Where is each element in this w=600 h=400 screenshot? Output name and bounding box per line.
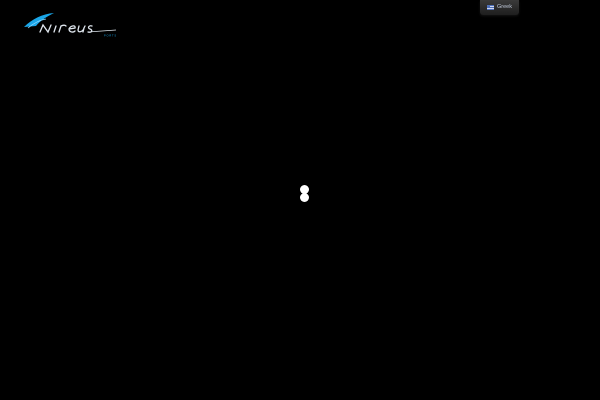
logo-tagline: PORTS: [104, 34, 117, 38]
page: PORTS nireus Greek: [0, 0, 600, 400]
loading-spinner-icon: [299, 185, 311, 203]
loader-dot: [300, 193, 309, 202]
greek-flag-icon: [487, 5, 494, 10]
language-switch-button[interactable]: Greek: [480, 0, 519, 15]
language-label: Greek: [497, 3, 512, 10]
site-logo[interactable]: PORTS nireus: [22, 10, 118, 38]
logo-mark-icon: PORTS: [24, 13, 117, 38]
